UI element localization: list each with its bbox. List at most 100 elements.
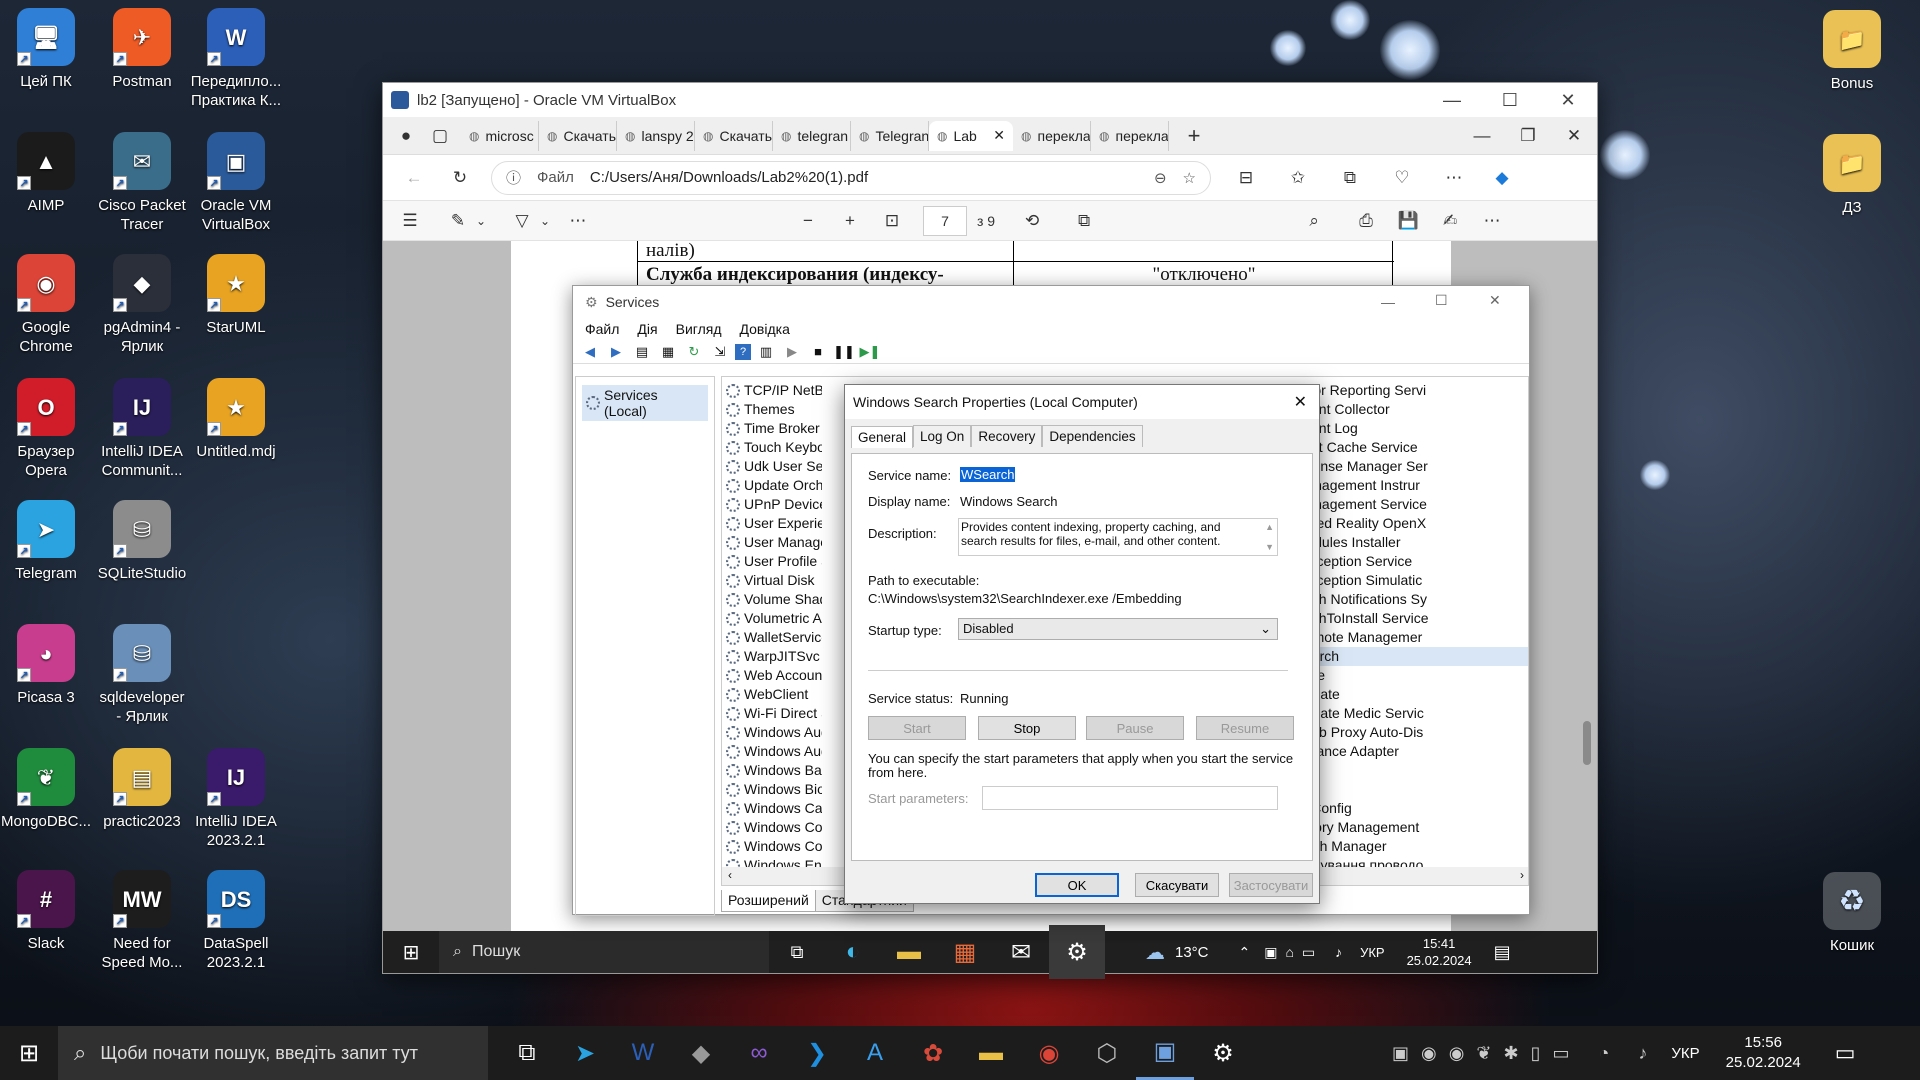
- task-view-icon[interactable]: ⧉: [498, 1026, 556, 1080]
- apply-button[interactable]: Застосувати: [1229, 873, 1313, 897]
- service-row[interactable]: Udk User Servic: [726, 457, 822, 476]
- settings-icon[interactable]: ⚙: [1194, 1026, 1252, 1080]
- desktop-icon-telegram[interactable]: ➤ ↗ Telegram: [0, 500, 92, 583]
- desktop-icon-dataspell[interactable]: DS ↗ DataSpell 2023.2.1: [190, 870, 282, 972]
- menu-file[interactable]: Файл: [585, 321, 619, 337]
- desktop-icon-postman[interactable]: ✈ ↗ Postman: [96, 8, 188, 91]
- help-icon[interactable]: ?: [735, 343, 751, 360]
- service-row[interactable]: Volumetric Aud: [726, 609, 822, 628]
- profile-icon[interactable]: ●: [391, 121, 421, 151]
- more-icon[interactable]: ⋯: [1477, 206, 1507, 236]
- resume-button[interactable]: Resume: [1196, 716, 1294, 740]
- forward-arrow-icon[interactable]: ▶: [605, 342, 627, 362]
- zoom-out-icon[interactable]: ⊖: [1154, 169, 1167, 187]
- store-icon[interactable]: ▦: [937, 925, 993, 979]
- 3d-viewer-icon[interactable]: ⬡: [1078, 1026, 1136, 1080]
- desktop-icon-aimp[interactable]: ▲ ↗ AIMP: [0, 132, 92, 215]
- service-row[interactable]: Volume Shadow: [726, 590, 822, 609]
- draw-icon[interactable]: ▽: [507, 206, 537, 236]
- file-explorer-icon[interactable]: ▬: [962, 1026, 1020, 1080]
- console-tree-icon[interactable]: ▤: [631, 342, 653, 362]
- service-row[interactable]: Time Broker: [726, 419, 822, 438]
- desktop-icon-untitled-mdj[interactable]: ★ ↗ Untitled.mdj: [190, 378, 282, 461]
- tab-dependencies[interactable]: Dependencies: [1042, 425, 1143, 447]
- scroll-down-icon[interactable]: ▼: [1265, 540, 1274, 554]
- refresh-icon[interactable]: ↻: [683, 342, 705, 362]
- copilot-icon[interactable]: ◆: [1487, 163, 1517, 193]
- service-name-value[interactable]: WSearch: [960, 467, 1016, 482]
- refresh-icon[interactable]: ↻: [445, 163, 475, 193]
- service-row[interactable]: Touch Keyboard: [726, 438, 822, 457]
- service-row[interactable]: Windows Conn: [726, 818, 822, 837]
- fit-page-icon[interactable]: ⊡: [877, 206, 907, 236]
- notifications-icon[interactable]: ▤: [1494, 942, 1511, 963]
- browser-tab[interactable]: ◍ Скачать: [539, 120, 617, 151]
- desktop-icon-peredyplomna[interactable]: W ↗ Передипло... Практика К...: [190, 8, 282, 110]
- virtualbox-icon[interactable]: ▣: [1136, 1026, 1194, 1080]
- extensions-icon[interactable]: ♡: [1387, 163, 1417, 193]
- scrollbar-thumb[interactable]: [1583, 721, 1591, 765]
- back-arrow-icon[interactable]: ◀: [579, 342, 601, 362]
- scroll-up-icon[interactable]: ▲: [1265, 520, 1274, 534]
- vscode-icon[interactable]: ❯: [788, 1026, 846, 1080]
- desktop-icon-recycle-bin[interactable]: ♻ Кошик: [1806, 872, 1898, 955]
- service-row[interactable]: Themes: [726, 400, 822, 419]
- tab-actions-icon[interactable]: ▢: [425, 121, 455, 151]
- menu-action[interactable]: Дія: [637, 321, 657, 337]
- cancel-button[interactable]: Скасувати: [1135, 873, 1219, 897]
- stop-button[interactable]: Stop: [978, 716, 1076, 740]
- minimize-button[interactable]: —: [1423, 83, 1481, 117]
- service-row[interactable]: WarpJITSvc: [726, 647, 822, 666]
- start-service-icon[interactable]: ▶: [781, 342, 803, 362]
- telegram-icon[interactable]: ➤: [556, 1026, 614, 1080]
- browser-minimize-icon[interactable]: —: [1467, 121, 1497, 151]
- desktop-icon-intellij-community[interactable]: IJ ↗ IntelliJ IDEA Communit...: [96, 378, 188, 480]
- zoom-plus-icon[interactable]: +: [835, 206, 865, 236]
- visual-studio-icon[interactable]: ∞: [730, 1026, 788, 1080]
- language-indicator[interactable]: УКР: [1360, 945, 1385, 960]
- tray-icons[interactable]: ▣⌂▭ ♪: [1264, 944, 1350, 961]
- ok-button[interactable]: OK: [1035, 873, 1119, 897]
- search-icon[interactable]: ⌕: [1299, 206, 1329, 236]
- service-row[interactable]: Windows Audio: [726, 723, 822, 742]
- split-screen-icon[interactable]: ⊟: [1231, 163, 1261, 193]
- menu-help[interactable]: Довідка: [740, 321, 790, 337]
- service-row[interactable]: User Experience: [726, 514, 822, 533]
- properties-titlebar[interactable]: Windows Search Properties (Local Compute…: [845, 385, 1319, 419]
- service-row[interactable]: Web Account M: [726, 666, 822, 685]
- tab-close-icon[interactable]: ✕: [993, 127, 1005, 144]
- pause-service-icon[interactable]: ❚❚: [833, 342, 855, 362]
- windows-start-icon[interactable]: ⊞: [383, 925, 439, 979]
- service-row[interactable]: User Manager: [726, 533, 822, 552]
- view-icon[interactable]: ▥: [755, 342, 777, 362]
- desktop-icon-staruml[interactable]: ★ ↗ StarUML: [190, 254, 282, 337]
- tab-recovery[interactable]: Recovery: [971, 425, 1043, 447]
- browser-tab[interactable]: ◍ microsc: [461, 120, 539, 151]
- maximize-button[interactable]: ☐: [1481, 83, 1539, 117]
- vertical-scrollbar[interactable]: [1583, 241, 1593, 931]
- tray-icons[interactable]: ▣◉◉❦✱▯▭ ◔ ♪: [1392, 1043, 1659, 1064]
- service-row[interactable]: TCP/IP NetBIOS: [726, 381, 822, 400]
- desktop-icon-intellij-2023[interactable]: IJ ↗ IntelliJ IDEA 2023.2.1: [190, 748, 282, 850]
- desktop-icon-cisco[interactable]: ✉ ↗ Cisco Packet Tracer: [96, 132, 188, 234]
- collections-icon[interactable]: ⧉: [1335, 163, 1365, 193]
- browser-tab[interactable]: ◍ Telegran: [851, 120, 929, 151]
- service-row[interactable]: User Profile Ser: [726, 552, 822, 571]
- paint-icon[interactable]: ✿: [904, 1026, 962, 1080]
- clock[interactable]: 15:56 25.02.2024: [1726, 1033, 1801, 1073]
- chevron-down-icon[interactable]: ⌄: [473, 206, 489, 236]
- desktop-icon-virtualbox[interactable]: ▣ ↗ Oracle VM VirtualBox: [190, 132, 282, 234]
- menu-view[interactable]: Вигляд: [676, 321, 722, 337]
- scroll-right-icon[interactable]: ›: [1520, 868, 1524, 882]
- save-icon[interactable]: 💾: [1393, 206, 1423, 236]
- browser-tab[interactable]: ◍ Lab ✕: [929, 120, 1013, 151]
- close-button[interactable]: ✕: [1539, 83, 1597, 117]
- back-icon[interactable]: ←: [399, 163, 429, 193]
- favorite-star-icon[interactable]: ☆: [1183, 169, 1196, 187]
- page-number-input[interactable]: 7: [923, 205, 967, 236]
- pgadmin-icon[interactable]: ◆: [672, 1026, 730, 1080]
- contents-icon[interactable]: ☰: [395, 206, 425, 236]
- desktop-icon-dz[interactable]: 📁 ДЗ: [1806, 134, 1898, 217]
- notifications-icon[interactable]: ▭: [1835, 1040, 1856, 1066]
- service-row[interactable]: Windows Audio: [726, 742, 822, 761]
